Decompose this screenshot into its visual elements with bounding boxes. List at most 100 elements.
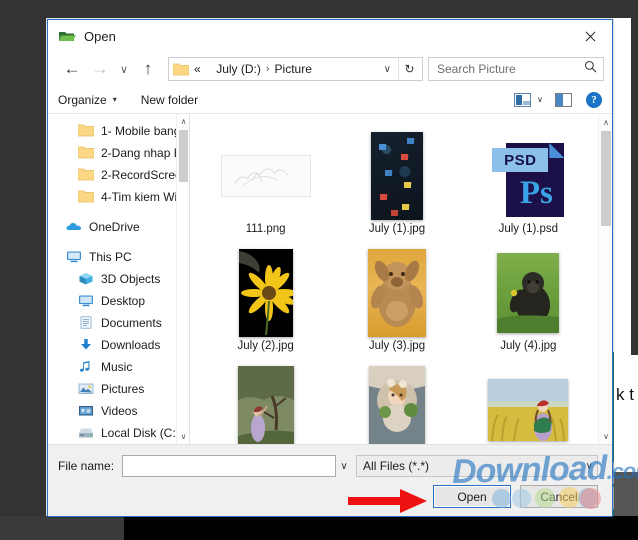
file-item[interactable]: July (4).jpg: [463, 239, 594, 352]
file-item[interactable]: July (1).jpg: [331, 122, 462, 235]
file-pane-scrollbar[interactable]: ∧ ∨: [598, 114, 612, 444]
sidebar-item-label: Downloads: [101, 338, 160, 352]
sunflower-on-black-photo: [239, 249, 293, 337]
search-icon: [584, 60, 597, 78]
recent-locations-button[interactable]: ∨: [114, 56, 134, 82]
psd-badge-label: PSD: [504, 152, 536, 169]
dialog-body: 1- Mobile bang2 2-Dang nhap BS2-RecordScr…: [48, 114, 612, 444]
filename-label: File name:: [58, 459, 114, 473]
sidebar-scroll-thumb[interactable]: [179, 130, 188, 182]
folder-icon: [173, 63, 189, 76]
sidebar-item-downloads[interactable]: Downloads: [48, 334, 189, 356]
sidebar-scrollbar[interactable]: ∧ ∨: [176, 114, 189, 444]
sidebar-item-label: Desktop: [101, 294, 145, 308]
file-item[interactable]: July (2).jpg: [200, 239, 331, 352]
chevron-down-icon[interactable]: ∨: [377, 64, 398, 75]
new-folder-button[interactable]: New folder: [141, 93, 198, 107]
sidebar-item-onedrive[interactable]: OneDrive: [48, 216, 189, 238]
sidebar-item-2-dang-nhap-bs[interactable]: 2-Dang nhap BS: [48, 142, 189, 164]
search-input[interactable]: [435, 61, 584, 77]
refresh-icon[interactable]: ↻: [398, 58, 420, 80]
help-icon[interactable]: ?: [586, 92, 602, 108]
file-label: July (3).jpg: [369, 340, 425, 352]
sketch-thumbnail: [221, 132, 311, 220]
sidebar-item-3d-objects[interactable]: 3D Objects: [48, 268, 189, 290]
title-bar: Open: [48, 20, 612, 52]
view-chevron-down-icon[interactable]: ∨: [537, 95, 543, 104]
file-grid: 111.png July (1).jpg PSDPsJuly (1).psd July…: [190, 114, 612, 444]
file-label: July (1).jpg: [369, 223, 425, 235]
open-file-dialog: Open ← → ∨ ↑ « x July (D:) › Picture ∨: [47, 19, 613, 517]
file-item[interactable]: 111.png: [200, 122, 331, 235]
sidebar-item-label: 1- Mobile bang2: [101, 124, 187, 138]
filename-input[interactable]: [123, 456, 335, 476]
sidebar-item-label: Pictures: [101, 382, 144, 396]
file-item[interactable]: July (5).jpg: [200, 356, 331, 444]
up-button[interactable]: ↑: [134, 56, 162, 82]
organize-label: Organize: [58, 93, 107, 107]
dialog-buttons: Open Cancel: [48, 479, 612, 508]
sidebar-item-label: Music: [101, 360, 132, 374]
this-pc-icon: [66, 250, 82, 264]
close-icon[interactable]: [568, 21, 612, 52]
breadcrumb-item-drive[interactable]: July (D:): [216, 62, 261, 76]
file-list-pane[interactable]: 111.png July (1).jpg PSDPsJuly (1).psd July…: [190, 114, 612, 444]
sidebar-item-label: Documents: [101, 316, 162, 330]
videos-icon: [78, 404, 94, 418]
view-layout-icon[interactable]: [514, 93, 531, 107]
organize-button[interactable]: Organize ▾: [58, 93, 117, 107]
background-page-text: k t: [616, 385, 634, 405]
folder-open-icon: [58, 28, 76, 44]
sidebar-item-pictures[interactable]: Pictures: [48, 378, 189, 400]
caret-down-icon: ▾: [113, 95, 117, 104]
sidebar-item-videos[interactable]: Videos: [48, 400, 189, 422]
sidebar-item-desktop[interactable]: Desktop: [48, 290, 189, 312]
sidebar-item-4-tim-kiem-win[interactable]: 4-Tim kiem Win: [48, 186, 189, 208]
back-button[interactable]: ←: [58, 56, 86, 82]
sidebar-item-label: 3D Objects: [101, 272, 160, 286]
file-label: July (4).jpg: [500, 340, 556, 352]
background-gray-strip: [614, 472, 638, 516]
search-box[interactable]: [428, 57, 604, 81]
woman-in-orchard-photo: [238, 366, 294, 444]
sidebar-item-music[interactable]: Music: [48, 356, 189, 378]
file-scroll-thumb[interactable]: [601, 131, 611, 226]
file-label: 111.png: [246, 223, 286, 235]
sidebar-list: 1- Mobile bang2 2-Dang nhap BS2-RecordScr…: [48, 114, 189, 444]
girl-in-yellow-field-photo: [488, 366, 568, 444]
sidebar-scroll-up-icon[interactable]: ∧: [177, 114, 190, 129]
file-item[interactable]: PSDPsJuly (1).psd: [463, 122, 594, 235]
filename-chevron-down-icon[interactable]: ∨: [336, 455, 352, 477]
pictures-icon: [78, 382, 94, 396]
file-scroll-up-icon[interactable]: ∧: [599, 114, 612, 130]
dark-butterflies-photo: [371, 132, 423, 220]
preview-pane-icon[interactable]: [555, 93, 572, 107]
toolbar: Organize ▾ New folder ∨ ?: [48, 86, 612, 114]
sidebar-item-1-mobile-bang2[interactable]: 1- Mobile bang2: [48, 120, 189, 142]
sidebar-scroll-down-icon[interactable]: ∨: [177, 429, 190, 444]
gorilla-on-grass-photo: [497, 249, 559, 337]
sidebar-item-label: Local Disk (C:): [101, 426, 180, 440]
filetype-select[interactable]: All Files (*.*) ∨: [356, 455, 598, 477]
address-bar[interactable]: « x July (D:) › Picture ∨ ↻: [168, 57, 423, 81]
folder-icon: [78, 168, 94, 182]
sidebar-item-2-recordscreen[interactable]: 2-RecordScreen-: [48, 164, 189, 186]
puppy-on-yellow-photo: [368, 249, 426, 337]
breadcrumb-item-folder[interactable]: Picture: [275, 62, 312, 76]
sidebar-item-local-disk-c[interactable]: Local Disk (C:): [48, 422, 189, 444]
3d-objects-icon: [78, 272, 94, 286]
breadcrumb-overflow[interactable]: «: [194, 62, 201, 76]
forward-button[interactable]: →: [86, 56, 114, 82]
sidebar-item-this-pc[interactable]: This PC: [48, 246, 189, 268]
filename-field[interactable]: [122, 455, 336, 477]
file-scroll-down-icon[interactable]: ∨: [599, 428, 612, 444]
file-item[interactable]: July (7).jpg: [331, 356, 462, 444]
red-right-arrow: [348, 488, 428, 514]
file-item[interactable]: July (9).jpg: [463, 356, 594, 444]
dialog-footer: File name: ∨ All Files (*.*) ∨ Open Canc…: [48, 444, 612, 516]
file-label: July (2).jpg: [238, 340, 294, 352]
open-button[interactable]: Open: [433, 485, 511, 508]
sidebar-item-documents[interactable]: Documents: [48, 312, 189, 334]
file-item[interactable]: July (3).jpg: [331, 239, 462, 352]
cancel-button[interactable]: Cancel: [520, 485, 598, 508]
